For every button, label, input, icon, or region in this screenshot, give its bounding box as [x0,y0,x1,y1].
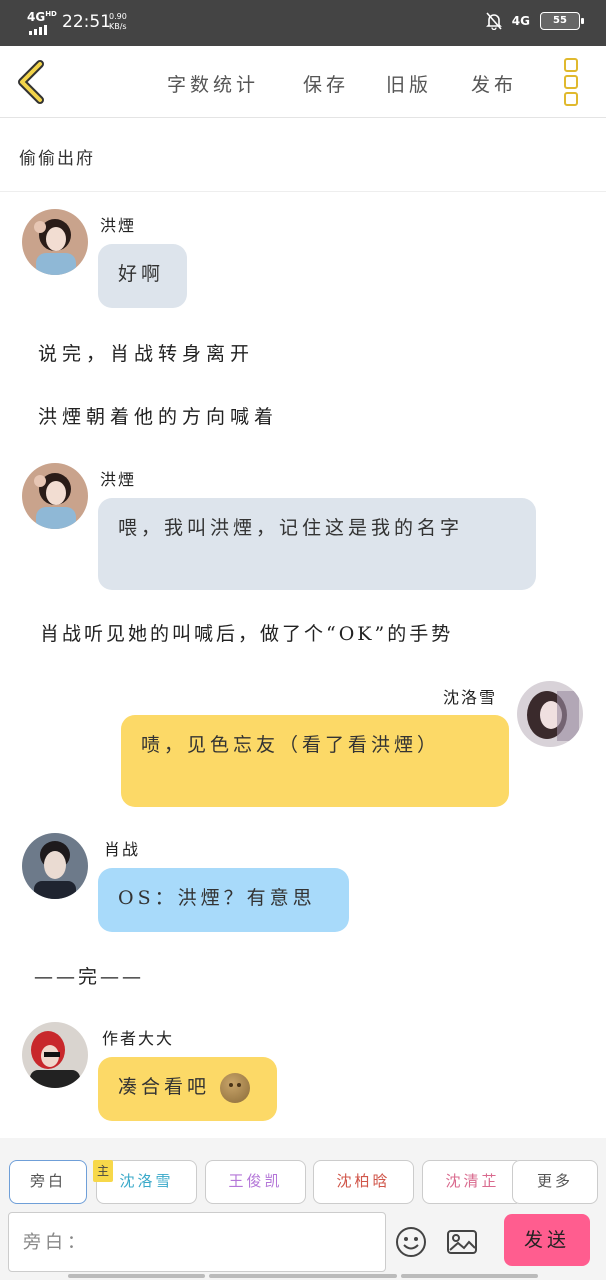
message-input-box[interactable] [8,1212,386,1272]
message-bubble[interactable]: OS：洪煙？有意思 [98,868,349,932]
word-count-link[interactable]: 字数统计 [167,70,259,97]
nav-indicator [401,1274,538,1278]
send-button[interactable]: 发送 [504,1214,590,1266]
bottom-composer: 旁白 沈洛雪 主 王俊凯 沈柏晗 沈清芷 更多 发送 [0,1138,606,1280]
avatar-shenluoxue[interactable] [517,681,583,747]
narration-text[interactable]: 洪煙朝着他的方向喊着 [38,402,278,429]
message-bubble[interactable]: 喂，我叫洪煙，记住这是我的名字 [98,498,536,590]
network-indicator: 4GHD [27,10,57,24]
old-version-link[interactable]: 旧版 [386,70,432,97]
speaker-name: 洪煙 [100,470,137,489]
narration-text[interactable]: 肖战听见她的叫喊后，做了个“OK”的手势 [40,619,453,646]
more-roles-button[interactable]: 更多 [512,1160,598,1204]
message-input[interactable] [9,1213,385,1271]
message-bubble[interactable]: 好啊 [98,244,187,308]
message-bubble[interactable]: 凑合看吧 [98,1057,277,1121]
menu-dot-icon [564,58,578,72]
save-link[interactable]: 保存 [303,70,349,97]
nav-indicator [209,1274,397,1278]
smiley-icon [396,1227,426,1257]
publish-link[interactable]: 发布 [471,70,517,97]
image-button[interactable] [446,1226,478,1258]
chip-label: 沈柏晗 [336,1172,391,1190]
avatar-hongyan[interactable] [22,463,88,529]
role-chip-shenqingzhi[interactable]: 沈清芷 [422,1160,523,1204]
avatar-xiaozhan[interactable] [22,833,88,899]
chip-label: 沈清芷 [445,1172,500,1190]
chip-label: 沈洛雪 [119,1172,174,1190]
chip-label: 旁白 [29,1172,66,1190]
network-speed: 0.90 KB/s [109,12,127,31]
back-button[interactable] [16,60,48,104]
role-chip-narration[interactable]: 旁白 [9,1160,87,1204]
image-icon [447,1230,477,1254]
menu-dot-icon [564,75,578,89]
chip-label: 王俊凯 [228,1172,283,1190]
top-nav: 字数统计 保存 旧版 发布 [0,46,606,118]
signal-icon [29,25,47,35]
speaker-name: 洪煙 [100,216,137,235]
story-title-row[interactable]: 偷偷出府 [0,118,606,192]
narration-text[interactable]: ——完—— [34,962,144,989]
story-title: 偷偷出府 [19,149,95,169]
smile-emoji-icon [220,1073,251,1103]
message-bubble[interactable]: 啧，见色忘友（看了看洪煙） [121,715,509,807]
message-text: 凑合看吧 [118,1076,211,1098]
status-bar: 4GHD 22:51 0.90 KB/s 4G 55 [0,0,606,46]
role-chip-shenbohan[interactable]: 沈柏晗 [313,1160,414,1204]
more-menu-button[interactable] [564,58,584,106]
avatar-author[interactable] [22,1022,88,1088]
emoji-button[interactable] [395,1226,427,1258]
avatar-hongyan[interactable] [22,209,88,275]
narration-text[interactable]: 说完，肖战转身离开 [38,339,254,366]
notifications-off-icon [485,12,502,31]
chat-area: 洪煙 好啊 说完，肖战转身离开 洪煙朝着他的方向喊着 洪煙 喂，我叫洪煙，记住这… [0,192,606,1138]
battery-icon: 55 [540,12,584,30]
menu-dot-icon [564,92,578,106]
chevron-left-icon [18,60,44,104]
main-role-badge: 主 [93,1160,113,1182]
chip-label: 更多 [536,1172,573,1190]
speaker-name: 作者大大 [102,1029,175,1048]
role-chip-wangjunkai[interactable]: 王俊凯 [205,1160,306,1204]
status-time: 22:51 [62,12,111,32]
speaker-name: 肖战 [104,840,141,859]
speaker-name: 沈洛雪 [443,688,498,707]
network-type-2: 4G [511,14,530,28]
nav-indicator [68,1274,205,1278]
